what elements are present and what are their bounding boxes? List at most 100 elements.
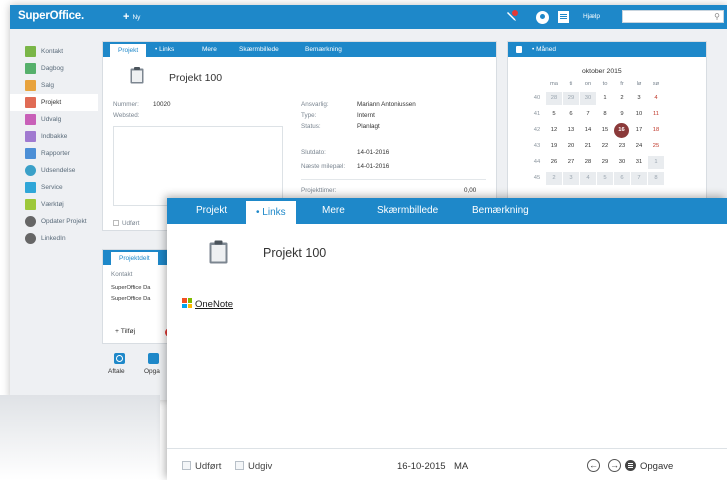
calendar-day[interactable]: 4 — [648, 92, 664, 105]
calendar-day[interactable]: 7 — [631, 172, 647, 185]
calendar-day[interactable]: 3 — [631, 92, 647, 105]
tab-bemaerkning[interactable]: Bemærkning — [305, 42, 342, 57]
calendar-day[interactable]: 16 — [614, 123, 629, 138]
type-value[interactable]: Internt — [357, 112, 375, 119]
done-checkbox[interactable]: Udført — [182, 461, 221, 472]
tab-projekt[interactable]: Projekt — [196, 205, 227, 216]
calendar-day[interactable]: 28 — [546, 92, 562, 105]
calendar-day[interactable]: 23 — [614, 140, 630, 153]
calendar-day[interactable]: 24 — [631, 140, 647, 153]
calendar-day[interactable]: 13 — [563, 124, 579, 137]
back-icon[interactable]: ← — [587, 459, 600, 472]
check-icon — [148, 353, 159, 364]
help-link[interactable]: Hjælp — [583, 13, 600, 20]
tab-projekt[interactable]: Projekt — [110, 44, 147, 57]
sidebar-item-projekt[interactable]: Projekt — [10, 94, 98, 111]
calendar-day[interactable]: 30 — [614, 156, 630, 169]
calendar-day[interactable]: 6 — [563, 108, 579, 121]
status-value[interactable]: Planlagt — [357, 123, 380, 130]
sidebar-item-service[interactable]: Service — [10, 179, 98, 196]
tools-icon[interactable] — [506, 10, 518, 23]
calendar-day[interactable]: 4 — [580, 172, 596, 185]
website-label: Websted: — [113, 112, 140, 119]
calendar-day[interactable]: 1 — [597, 92, 613, 105]
calendar-day[interactable]: 28 — [580, 156, 596, 169]
sidebar-item-linkedin[interactable]: LinkedIn — [10, 230, 98, 247]
calendar-day[interactable]: 8 — [597, 108, 613, 121]
tab-mere[interactable]: Mere — [202, 42, 217, 57]
footer-date: 16-10-2015 — [397, 461, 446, 472]
calendar-day[interactable]: 14 — [580, 124, 596, 137]
calendar-day[interactable]: 9 — [614, 108, 630, 121]
sidebar-item-opdater-projekt[interactable]: Opdater Projekt — [10, 213, 98, 230]
table-row[interactable]: SuperOffice Da — [111, 296, 151, 302]
calendar-day[interactable]: 21 — [580, 140, 596, 153]
milestone-value[interactable]: 14-01-2016 — [357, 163, 389, 170]
sales-icon — [25, 80, 36, 91]
calendar-day[interactable]: 11 — [648, 108, 664, 121]
calendar-day[interactable]: 27 — [563, 156, 579, 169]
sidebar-item-udvalg[interactable]: Udvalg — [10, 111, 98, 128]
publish-checkbox[interactable]: Udgiv — [235, 461, 272, 472]
tab-links[interactable]: • Links — [155, 42, 174, 57]
table-row[interactable]: SuperOffice Da — [111, 285, 151, 291]
sidebar-item-udsendelse[interactable]: Udsendelse — [10, 162, 98, 179]
calendar-day[interactable]: 29 — [597, 156, 613, 169]
sidebar-item-kontakt[interactable]: Kontakt — [10, 43, 98, 60]
calendar-day[interactable]: 2 — [614, 92, 630, 105]
month-view-toggle[interactable]: • Måned — [532, 42, 556, 57]
calendar-day[interactable]: 15 — [597, 124, 613, 137]
calendar-day[interactable]: 8 — [648, 172, 664, 185]
calendar-day[interactable]: 2 — [546, 172, 562, 185]
calendar-day[interactable]: 3 — [563, 172, 579, 185]
appointment-button[interactable]: Aftale — [108, 353, 130, 375]
tab-mere[interactable]: Mere — [322, 205, 345, 216]
calendar-day[interactable]: 26 — [546, 156, 562, 169]
end-date-value[interactable]: 14-01-2016 — [357, 149, 389, 156]
document-icon[interactable] — [558, 11, 569, 23]
tab-skaermbillede[interactable]: Skærmbillede — [239, 42, 279, 57]
calendar-day[interactable]: 6 — [614, 172, 630, 185]
calendar-day[interactable]: 18 — [648, 124, 664, 137]
sidebar-item-salg[interactable]: Salg — [10, 77, 98, 94]
calendar-day[interactable]: 22 — [597, 140, 613, 153]
sidebar-item-indbakke[interactable]: Indbakke — [10, 128, 98, 145]
task-button[interactable]: Opgave — [625, 460, 673, 472]
sidebar-item-label: Service — [41, 184, 63, 191]
calendar-day[interactable]: 7 — [580, 108, 596, 121]
app-logo[interactable]: SuperOffice. — [18, 10, 84, 22]
calendar-day[interactable]: 29 — [563, 92, 579, 105]
new-button[interactable]: + Ny — [123, 12, 140, 23]
lock-icon[interactable] — [516, 46, 522, 53]
calendar-day[interactable]: 25 — [648, 140, 664, 153]
user-icon[interactable] — [536, 11, 549, 24]
tab-bemaerkning[interactable]: Bemærkning — [472, 205, 529, 216]
add-button[interactable]: + Tilføj — [115, 328, 135, 335]
onenote-link[interactable]: OneNote — [182, 298, 233, 310]
calendar-day[interactable]: 17 — [631, 124, 647, 137]
calendar-day[interactable]: 12 — [546, 124, 562, 137]
responsible-value[interactable]: Mariann Antoniussen — [357, 101, 416, 108]
calendar-day[interactable]: 1 — [648, 156, 664, 169]
tab-links[interactable]: • Links — [246, 201, 296, 224]
participants-panel: Projektdelt Kontakt SuperOffice Da Super… — [102, 249, 177, 344]
calendar-day[interactable]: 31 — [631, 156, 647, 169]
search-icon[interactable]: ⚲ — [714, 12, 720, 21]
calendar-day[interactable]: 10 — [631, 108, 647, 121]
calendar-day[interactable]: 19 — [546, 140, 562, 153]
tab-projektdeltagere[interactable]: Projektdelt — [111, 252, 158, 265]
tab-skaermbillede[interactable]: Skærmbillede — [377, 205, 438, 216]
calendar-day[interactable]: 5 — [597, 172, 613, 185]
sidebar-item-vaerktoj[interactable]: Værktøj — [10, 196, 98, 213]
calendar-day[interactable]: 30 — [580, 92, 596, 105]
sidebar-item-rapporter[interactable]: Rapporter — [10, 145, 98, 162]
calendar-day[interactable]: 20 — [563, 140, 579, 153]
search-input[interactable]: ⚲ — [622, 10, 724, 23]
done-checkbox[interactable]: Udført — [113, 220, 140, 227]
task-button[interactable]: Opga — [144, 353, 168, 375]
calendar-day[interactable]: 5 — [546, 108, 562, 121]
description-box[interactable] — [113, 126, 283, 206]
forward-icon[interactable]: → — [608, 459, 621, 472]
calendar-month-label: oktober 2015 — [582, 68, 622, 75]
sidebar-item-dagbog[interactable]: Dagbog — [10, 60, 98, 77]
